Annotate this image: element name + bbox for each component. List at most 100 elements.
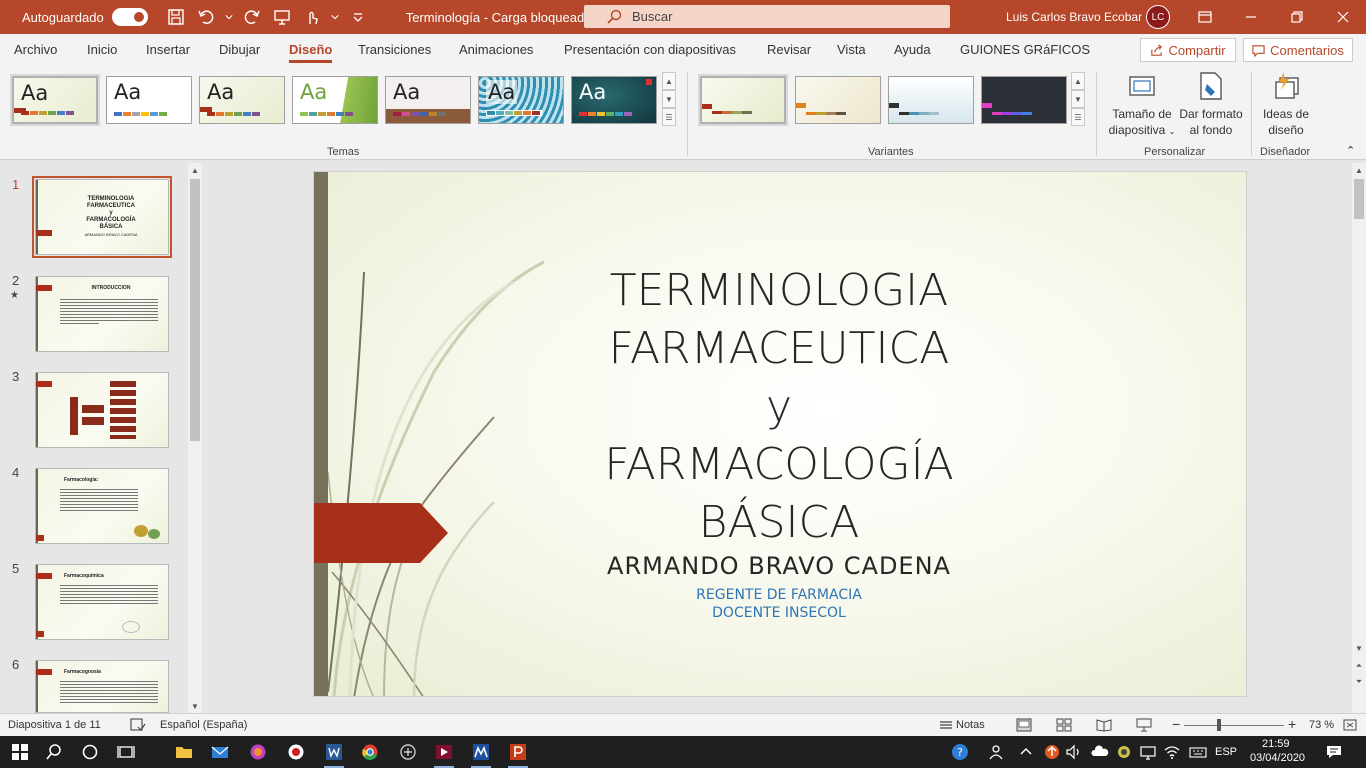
tab-dibujar[interactable]: Dibujar	[219, 42, 260, 57]
slide-thumbnail-6[interactable]: Farmacognosia	[35, 660, 169, 713]
undo-dropdown-icon[interactable]	[222, 3, 236, 31]
theme-pattern-blue[interactable]: Aa	[478, 76, 564, 124]
present-from-start-icon[interactable]	[268, 3, 296, 31]
zoom-level[interactable]: 73 %	[1309, 719, 1334, 731]
variants-gallery-more[interactable]: ☰	[1071, 108, 1085, 126]
zoom-out-button[interactable]: −	[1172, 716, 1180, 732]
tray-chevron-icon[interactable]	[1014, 740, 1038, 764]
variants-scroll-down[interactable]: ▼	[1071, 90, 1085, 108]
scrollbar-thumb[interactable]	[190, 179, 200, 441]
document-title[interactable]: Terminología - Carga bloqueada	[406, 10, 592, 25]
media-app-icon[interactable]	[284, 740, 308, 764]
theme-office-facet[interactable]: Aa	[10, 74, 100, 126]
file-explorer-icon[interactable]	[172, 740, 196, 764]
design-ideas-button[interactable]: Ideas de diseño	[1256, 70, 1316, 138]
fit-slide-icon[interactable]	[1342, 718, 1358, 732]
theme-facet-green[interactable]: Aa	[292, 76, 378, 124]
mail-icon[interactable]	[208, 740, 232, 764]
language[interactable]: Español (España)	[160, 719, 247, 731]
tab-revisar[interactable]: Revisar	[767, 42, 811, 57]
previous-slide-arrow[interactable]: ⏶	[1352, 659, 1366, 673]
tab-archivo[interactable]: Archivo	[14, 42, 57, 57]
theme-ion[interactable]: Aa	[571, 76, 657, 124]
variant-4[interactable]	[981, 76, 1067, 124]
current-slide[interactable]: TERMINOLOGIA FARMACEUTICA y FARMACOLOGÍA…	[313, 171, 1247, 697]
variants-scroll-up[interactable]: ▲	[1071, 72, 1085, 90]
save-icon[interactable]	[162, 3, 190, 31]
tab-animaciones[interactable]: Animaciones	[459, 42, 533, 57]
format-background-button[interactable]: Dar formato al fondo	[1177, 70, 1245, 138]
autosave-toggle[interactable]	[111, 8, 148, 26]
scroll-up-arrow[interactable]: ▲	[188, 163, 202, 177]
scroll-down-arrow[interactable]: ▼	[188, 699, 202, 713]
network-icon[interactable]	[1136, 740, 1160, 764]
zoom-in-button[interactable]: +	[1288, 716, 1296, 732]
theme-office[interactable]: Aa	[106, 76, 192, 124]
reading-view-icon[interactable]	[1096, 718, 1112, 732]
tab-guiones-graficos[interactable]: GUIONES GRáFICOS	[960, 42, 1090, 57]
task-view-icon[interactable]	[114, 740, 138, 764]
scroll-down-arrow[interactable]: ▼	[1352, 641, 1366, 655]
update-icon[interactable]	[1040, 740, 1064, 764]
themes-scroll-up[interactable]: ▲	[662, 72, 676, 90]
firefox-icon[interactable]	[246, 740, 270, 764]
tab-vista[interactable]: Vista	[837, 42, 866, 57]
variant-1[interactable]	[698, 74, 788, 126]
input-language[interactable]: ESP	[1215, 746, 1237, 758]
slide-thumbnail-5[interactable]: Farmacoquímica	[35, 564, 169, 640]
slide-subtitle-1[interactable]: REGENTE DE FARMACIA	[544, 586, 1014, 604]
user-name[interactable]: Luis Carlos Bravo Ecobar	[1006, 10, 1142, 24]
cortana-icon[interactable]	[78, 740, 102, 764]
ribbon-display-options-icon[interactable]	[1182, 0, 1228, 34]
scroll-up-arrow[interactable]: ▲	[1352, 163, 1366, 177]
wifi-icon[interactable]	[1160, 740, 1184, 764]
notifications-icon[interactable]	[1322, 740, 1346, 764]
volume-icon[interactable]	[1062, 740, 1086, 764]
scrollbar-thumb[interactable]	[1354, 179, 1364, 219]
slide-author[interactable]: ARMANDO BRAVO CADENA	[544, 552, 1014, 580]
tab-ayuda[interactable]: Ayuda	[894, 42, 931, 57]
share-button[interactable]: Compartir	[1140, 38, 1236, 62]
slide-thumbnail-1[interactable]: TERMINOLOGIA FARMACEUTICA y FARMACOLOGÍA…	[32, 176, 172, 258]
tab-presentacion[interactable]: Presentación con diapositivas	[564, 42, 736, 57]
tab-insertar[interactable]: Insertar	[146, 42, 190, 57]
variant-2[interactable]	[795, 76, 881, 124]
spelling-check-icon[interactable]	[130, 718, 146, 732]
minimize-icon[interactable]	[1228, 0, 1274, 34]
slideshow-icon[interactable]	[1136, 718, 1152, 732]
theme-wood[interactable]: Aa	[385, 76, 471, 124]
video-editor-icon[interactable]	[432, 740, 456, 768]
clock-date[interactable]: 03/04/2020	[1250, 752, 1305, 764]
next-slide-arrow[interactable]: ⏷	[1352, 675, 1366, 689]
slide-thumbnail-2[interactable]: INTRODUCCION	[35, 276, 169, 352]
thumbnail-scrollbar[interactable]: ▲ ▼	[188, 163, 202, 713]
search-icon[interactable]	[42, 740, 66, 764]
undo-icon[interactable]	[192, 3, 220, 31]
chrome-icon[interactable]	[358, 740, 382, 764]
close-icon[interactable]	[1320, 0, 1366, 34]
tab-diseno[interactable]: Diseño	[289, 42, 333, 63]
slide-title[interactable]: TERMINOLOGIA FARMACEUTICA y FARMACOLOGÍA…	[544, 262, 1014, 552]
powerpoint-icon[interactable]	[506, 740, 530, 768]
touch-mode-icon[interactable]	[298, 3, 326, 31]
normal-view-icon[interactable]	[1016, 718, 1032, 732]
redo-icon[interactable]	[238, 3, 266, 31]
word-icon[interactable]	[322, 740, 346, 768]
app-icon[interactable]	[396, 740, 420, 764]
clock-time[interactable]: 21:59	[1262, 738, 1290, 750]
tab-transiciones[interactable]: Transiciones	[358, 42, 431, 57]
main-scrollbar[interactable]: ▲ ▼ ⏶ ⏷	[1352, 163, 1366, 713]
help-icon[interactable]: ?	[948, 740, 972, 764]
themes-scroll-down[interactable]: ▼	[662, 90, 676, 108]
theme-facet-variant[interactable]: Aa	[199, 76, 285, 124]
app-m-icon[interactable]	[469, 740, 493, 768]
comments-button[interactable]: Comentarios	[1243, 38, 1353, 62]
slide-thumbnail-3[interactable]	[35, 372, 169, 448]
slide-subtitle-2[interactable]: DOCENTE INSECOL	[544, 604, 1014, 622]
windows-start-icon[interactable]	[8, 740, 32, 764]
search-box[interactable]: Buscar	[584, 5, 950, 28]
zoom-slider-handle[interactable]	[1217, 719, 1221, 731]
people-icon[interactable]	[985, 740, 1009, 764]
collapse-ribbon-icon[interactable]: ⌃	[1346, 144, 1355, 157]
slide-sorter-icon[interactable]	[1056, 718, 1072, 732]
